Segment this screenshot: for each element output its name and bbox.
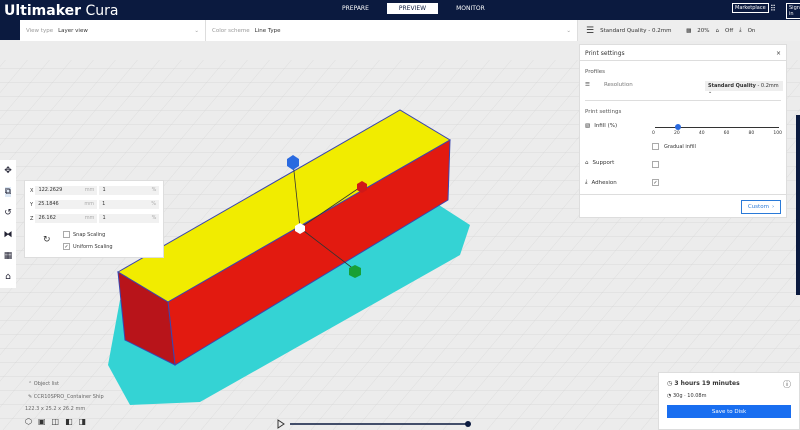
adhesion-icon: ⤓ [739, 27, 742, 33]
scale-z-input[interactable]: 26.162 mm [35, 214, 98, 223]
support-checkbox[interactable] [652, 161, 659, 168]
infill-icon: ▧ [585, 123, 591, 129]
adhesion-icon: ⤓ [585, 179, 588, 185]
infill-slider[interactable] [655, 127, 779, 128]
sliders-icon: ☰ [586, 25, 595, 36]
resolution-icon: ☰ [585, 82, 590, 88]
view-type-dropdown[interactable]: View type Layer view ⌄ [20, 20, 206, 41]
logo: Ultimaker Cura [4, 3, 119, 19]
object-list-toggle[interactable]: ⌃ Object list [28, 381, 59, 387]
mirror-tool-icon[interactable]: ⧓ [4, 230, 13, 240]
per-model-settings-icon[interactable]: ▦ [4, 251, 13, 261]
info-icon[interactable]: ⓘ [783, 379, 791, 390]
top-view-icon[interactable]: ◫ [52, 417, 60, 426]
support-icon: ⌂ [585, 160, 589, 166]
clock-icon: ◷ [667, 380, 673, 387]
uniform-scaling-checkbox[interactable]: ✓ [63, 243, 70, 250]
reset-scale-icon[interactable]: ↻ [43, 235, 51, 245]
sign-in-button[interactable]: Sign in [786, 3, 800, 19]
scale-tool-icon[interactable]: ⧉ [4, 186, 12, 197]
chevron-right-icon: › [771, 204, 775, 210]
support-blocker-icon[interactable]: ⌂ [5, 272, 11, 282]
layer-slider[interactable] [796, 115, 800, 295]
rotate-tool-icon[interactable]: ↺ [4, 208, 12, 218]
save-to-disk-button[interactable]: Save to Disk [667, 405, 791, 418]
tab-prepare[interactable]: PREPARE [330, 3, 381, 14]
scale-y-input[interactable]: 25.1846 mm [35, 200, 98, 209]
adhesion-checkbox[interactable]: ✓ [652, 179, 659, 186]
front-view-icon[interactable]: ▣ [38, 417, 46, 426]
support-icon: ⌂ [715, 27, 720, 34]
right-view-icon[interactable]: ◨ [79, 417, 87, 426]
3d-view-icon[interactable]: ⬡ [25, 417, 32, 426]
tool-sidebar: ✥ ⧉ ↺ ⧓ ▦ ⌂ [0, 160, 16, 288]
print-settings-toggle[interactable]: ☰ Standard Quality - 0.2mm ▩ 20% ⌂ Off ⤓ On [578, 20, 800, 41]
snap-scaling-checkbox[interactable] [63, 231, 70, 238]
color-scheme-dropdown[interactable]: Color scheme Line Type ⌄ [206, 20, 578, 41]
scale-tool-panel: X 122.2629 mm 1% Y 25.1846 mm 1% Z 26.162 mm 1% ↻… [24, 180, 164, 258]
move-tool-icon[interactable]: ✥ [4, 166, 12, 176]
scale-y-percent-input[interactable]: 1% [99, 200, 160, 209]
close-icon[interactable]: × [776, 50, 781, 57]
custom-button[interactable]: Custom › [741, 200, 781, 214]
apps-grid-icon[interactable]: ⠿ [770, 4, 776, 13]
tab-monitor[interactable]: MONITOR [444, 3, 497, 14]
resolution-dropdown[interactable]: Standard Quality - 0.2mm ⌄ [705, 81, 783, 95]
scale-z-percent-input[interactable]: 1% [99, 214, 160, 223]
marketplace-button[interactable]: Marketplace [732, 3, 769, 13]
job-summary-panel: ◷ 3 hours 19 minutes ⓘ ◔ 30g · 10.08m Sa… [658, 372, 800, 430]
print-settings-panel: Print settings × Profiles ☰ Resolution Sta… [579, 44, 787, 218]
tab-preview[interactable]: PREVIEW [386, 3, 439, 14]
infill-slider-handle[interactable] [675, 124, 681, 130]
pencil-icon: ✎ [28, 394, 33, 400]
left-view-icon[interactable]: ◧ [65, 417, 73, 426]
object-dimensions: 122.3 x 25.2 x 26.2 mm [25, 406, 86, 412]
gradual-infill-checkbox[interactable] [652, 143, 659, 150]
scale-x-percent-input[interactable]: 1% [99, 186, 160, 195]
chevron-down-icon: ⌄ [194, 27, 199, 34]
scale-x-input[interactable]: 122.2629 mm [35, 186, 98, 195]
object-name[interactable]: ✎ CCR10SPRO_Container Ship [28, 394, 104, 400]
chevron-down-icon: ⌄ [566, 27, 571, 34]
infill-icon: ▩ [686, 27, 692, 34]
spool-icon: ◔ [667, 393, 672, 399]
